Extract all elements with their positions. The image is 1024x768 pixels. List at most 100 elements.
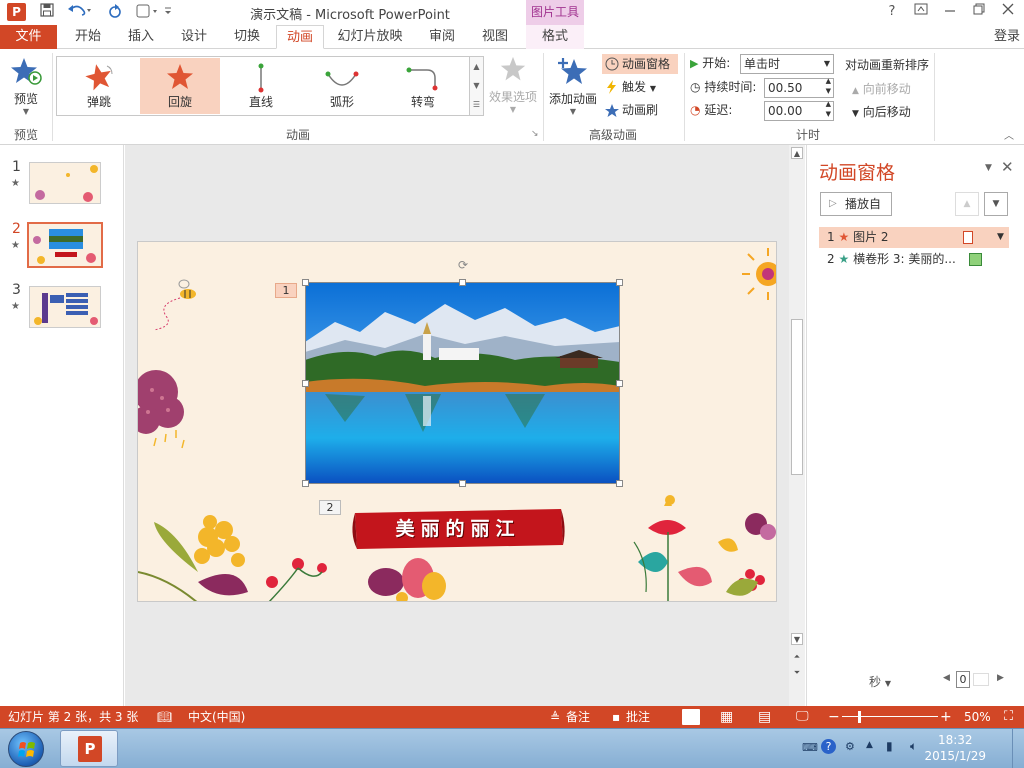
lijiang-landscape-photo[interactable] (305, 282, 620, 484)
resize-handle[interactable] (302, 480, 309, 487)
tab-review[interactable]: 审阅 (422, 25, 462, 49)
slide-sorter-icon[interactable]: ▦ (720, 706, 733, 728)
resize-handle[interactable] (302, 279, 309, 286)
animation-painter-button[interactable]: 动画刷 (602, 100, 658, 120)
taskbar-powerpoint[interactable]: P (60, 730, 118, 767)
move-up-button[interactable]: ▲ (955, 192, 979, 216)
notes-button[interactable]: 备注 (566, 706, 590, 728)
previous-slide-icon[interactable]: ⏶ (791, 651, 803, 663)
zoom-in-icon[interactable]: + (940, 706, 952, 728)
tab-slideshow[interactable]: 幻灯片放映 (334, 25, 406, 49)
show-desktop-button[interactable] (1012, 729, 1024, 768)
minimize-icon[interactable] (939, 3, 961, 21)
zoom-slider-thumb[interactable] (858, 711, 861, 723)
current-slide[interactable]: 1 ⟳ 2 美丽的丽江 (137, 241, 777, 602)
fit-to-window-icon[interactable]: ⛶ (1004, 706, 1013, 728)
slide-count-status[interactable]: 幻灯片 第 2 张，共 3 张 (8, 706, 138, 728)
show-hidden-icons[interactable]: ▲ (866, 740, 873, 750)
close-pane-icon[interactable]: ✕ (1001, 158, 1014, 176)
anim-turn[interactable]: 转弯 (383, 58, 463, 114)
anim-swivel[interactable]: 回旋 (140, 58, 220, 114)
animation-tag-1[interactable]: 1 (275, 283, 297, 298)
delay-input[interactable]: 00.00 ▲ ▼ (764, 99, 834, 121)
resize-handle[interactable] (459, 279, 466, 286)
tab-home[interactable]: 开始 (68, 25, 108, 49)
move-earlier-button[interactable]: ▲ 向前移动 (852, 80, 911, 97)
tab-animations[interactable]: 动画 (276, 25, 324, 49)
play-from-button[interactable]: ▷ 播放自 (820, 192, 892, 216)
tab-file[interactable]: 文件 (0, 25, 57, 49)
seconds-dropdown[interactable]: 秒 ▼ (869, 673, 891, 690)
reading-view-icon[interactable]: ▤ (758, 706, 771, 728)
tab-view[interactable]: 视图 (475, 25, 515, 49)
dialog-launcher-icon[interactable]: ↘ (531, 129, 539, 139)
start-select[interactable]: 单击时 ▼ (740, 54, 834, 74)
duration-spinner-icon[interactable]: ▲ ▼ (826, 76, 831, 96)
spellcheck-icon[interactable]: 📖︎ (157, 706, 172, 728)
resize-handle[interactable] (459, 480, 466, 487)
start-button[interactable] (8, 731, 44, 767)
gallery-scroll[interactable]: ▲ ▼ ☰ (470, 56, 484, 116)
resize-handle[interactable] (616, 279, 623, 286)
trigger-button[interactable]: 触发 ▼ (602, 77, 656, 97)
ribbon-display-options-icon[interactable] (910, 3, 932, 21)
delay-spinner-icon[interactable]: ▲ ▼ (826, 99, 831, 119)
collapse-ribbon-icon[interactable]: ︿ (1004, 127, 1014, 142)
gallery-down-icon[interactable]: ▼ (470, 76, 483, 95)
tab-format[interactable]: 格式 (526, 25, 584, 49)
anim-line[interactable]: 直线 (221, 58, 301, 114)
tray-clock[interactable]: 18:32 2015/1/29 (924, 732, 986, 764)
resize-handle[interactable] (302, 380, 309, 387)
pane-options-icon[interactable]: ▼ (985, 163, 992, 173)
slideshow-icon[interactable]: 🖵︎ (796, 706, 809, 728)
animation-pane-button[interactable]: 动画窗格 (602, 54, 678, 74)
title-banner[interactable]: 美丽的丽江 (349, 503, 567, 553)
preview-button[interactable]: 预览 ▼ (6, 55, 46, 117)
resize-handle[interactable] (616, 380, 623, 387)
tab-transitions[interactable]: 切换 (227, 25, 267, 49)
help-tray-icon[interactable]: ? (821, 739, 836, 754)
add-animation-button[interactable]: 添加动画 ▼ (547, 55, 599, 117)
effect-options-button[interactable]: 效果选项 ▼ (486, 55, 540, 117)
animation-list-item[interactable]: 1 ★ 图片 2 ▼ (819, 227, 1009, 248)
zoom-right-icon[interactable]: ▶ (997, 673, 1004, 683)
tab-design[interactable]: 设计 (174, 25, 214, 49)
dropdown-icon[interactable]: ▼ (997, 227, 1004, 248)
comments-button[interactable]: 批注 (626, 706, 650, 728)
anim-bounce[interactable]: 弹跳 (59, 58, 139, 114)
anim-arc[interactable]: 弧形 (302, 58, 382, 114)
login-link[interactable]: 登录 (994, 25, 1020, 48)
gallery-up-icon[interactable]: ▲ (470, 57, 483, 76)
move-later-button[interactable]: ▼ 向后移动 (852, 103, 911, 120)
gallery-more-icon[interactable]: ☰ (470, 95, 483, 114)
duration-input[interactable]: 00.50 ▲ ▼ (764, 76, 834, 98)
volume-icon[interactable]: 🔈︎ (910, 739, 917, 754)
zoom-slider-track[interactable] (842, 716, 938, 717)
zoom-left-icon[interactable]: ◀ (943, 673, 950, 683)
slide-thumbnail-1[interactable] (29, 162, 101, 204)
rotate-handle-icon[interactable]: ⟳ (458, 258, 468, 272)
scroll-thumb[interactable] (791, 319, 803, 475)
help-button[interactable]: ? (881, 3, 903, 21)
slide-thumbnail-2[interactable] (27, 222, 103, 268)
language-status[interactable]: 中文(中国) (188, 706, 245, 728)
language-bar-icon[interactable]: ⚙ (845, 740, 855, 753)
scroll-up-icon[interactable]: ▲ (791, 147, 803, 159)
close-window-icon[interactable] (997, 3, 1019, 21)
network-icon[interactable]: ▮ (886, 739, 893, 753)
zoom-out-icon[interactable]: − (828, 706, 840, 728)
slide-thumbnail-3[interactable] (29, 286, 101, 328)
next-slide-icon[interactable]: ⏷ (791, 667, 803, 679)
zoom-level[interactable]: 50% (964, 706, 991, 728)
restore-icon[interactable] (968, 3, 990, 21)
scroll-down-icon[interactable]: ▼ (791, 633, 803, 645)
resize-handle[interactable] (616, 480, 623, 487)
timeline-scroll[interactable] (973, 673, 989, 686)
keyboard-icon[interactable]: ⌨ (802, 741, 818, 754)
animation-list-item[interactable]: 2 ★ 横卷形 3: 美丽的... (819, 249, 1009, 270)
move-down-button[interactable]: ▼ (984, 192, 1008, 216)
animation-tag-2[interactable]: 2 (319, 500, 341, 515)
vertical-scrollbar[interactable]: ▲ ▼ ⏶ ⏷ (789, 145, 805, 706)
tab-insert[interactable]: 插入 (121, 25, 161, 49)
normal-view-icon[interactable] (682, 709, 700, 725)
